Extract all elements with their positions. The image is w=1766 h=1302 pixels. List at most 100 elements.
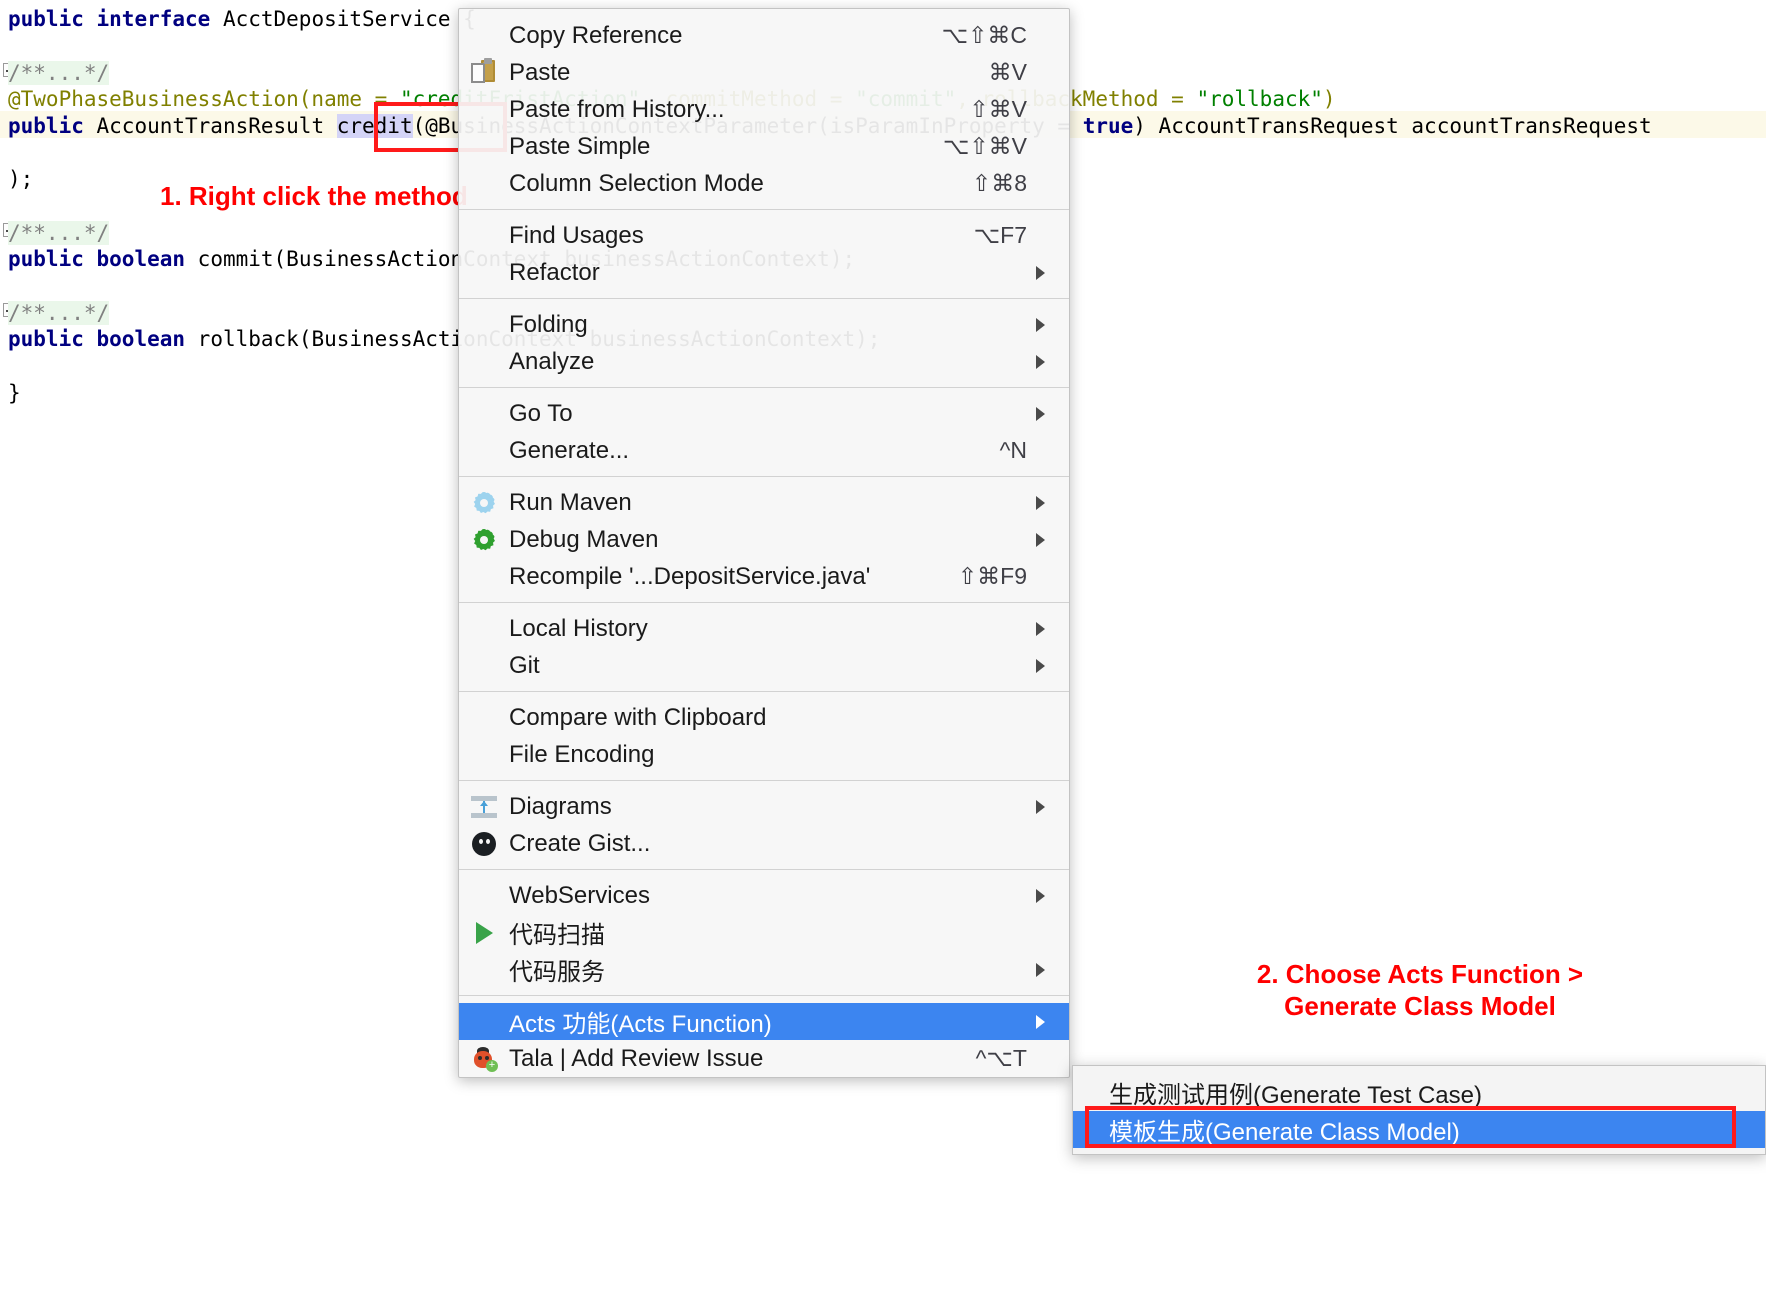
menu-separator: [459, 387, 1069, 388]
menu-item-acts-acts-function[interactable]: Acts 功能(Acts Function): [459, 1003, 1069, 1040]
menu-item-label: Recompile '...DepositService.java': [509, 562, 871, 590]
menu-item-shortcut: ⌥⇧⌘C: [941, 22, 1027, 48]
code-token: public: [8, 114, 97, 138]
no-icon: [459, 558, 509, 595]
code-line: /**...*/: [8, 300, 110, 327]
no-icon: [1073, 1111, 1109, 1148]
menu-item-find-usages[interactable]: Find Usages ⌥F7: [459, 217, 1069, 254]
menu-item-label: 代码扫描: [509, 922, 605, 949]
submenu-item[interactable]: 生成测试用例(Generate Test Case): [1073, 1074, 1765, 1111]
menu-item-label: Copy Reference: [509, 21, 683, 49]
no-icon: [459, 395, 509, 432]
menu-item-analyze[interactable]: Analyze: [459, 343, 1069, 380]
no-icon: [459, 254, 509, 291]
submenu-item-label: 生成测试用例(Generate Test Case): [1109, 1082, 1482, 1109]
menu-item-webservices[interactable]: WebServices: [459, 877, 1069, 914]
no-icon: [459, 951, 509, 988]
menu-item-paste[interactable]: Paste ⌘V: [459, 54, 1069, 91]
menu-item-debug-maven[interactable]: Debug Maven: [459, 521, 1069, 558]
no-icon: [459, 91, 509, 128]
submenu-arrow-icon: [1027, 799, 1053, 814]
menu-item-label: Find Usages: [509, 221, 644, 249]
menu-item-generate[interactable]: Generate... ^N: [459, 432, 1069, 469]
annotation-step-2: 2. Choose Acts Function > Generate Class…: [1256, 959, 1584, 1021]
context-menu[interactable]: Copy Reference ⌥⇧⌘C Paste ⌘V Paste from Hist…: [458, 8, 1070, 1078]
code-token: interface: [96, 7, 223, 31]
menu-item-folding[interactable]: Folding: [459, 306, 1069, 343]
code-line: public interface AcctDepositService {: [8, 6, 476, 33]
code-line: /**...*/: [8, 220, 110, 247]
code-token: }: [8, 381, 21, 405]
submenu-arrow-icon: [1027, 1014, 1053, 1029]
submenu-arrow-icon: [1027, 658, 1053, 673]
submenu-arrow-icon: [1027, 621, 1053, 636]
menu-item-diagrams[interactable]: Diagrams: [459, 788, 1069, 825]
code-token: "rollback": [1196, 87, 1323, 111]
submenu-arrow-icon: [1027, 962, 1053, 977]
menu-item-paste-from-history[interactable]: Paste from History... ⇧⌘V: [459, 91, 1069, 128]
menu-item-label: Local History: [509, 614, 648, 642]
menu-item-tala-add-review-issue[interactable]: + Tala | Add Review Issue ^⌥T: [459, 1040, 1069, 1077]
menu-item-column-selection-mode[interactable]: Column Selection Mode ⇧⌘8: [459, 165, 1069, 202]
no-icon: [459, 217, 509, 254]
submenu-arrow-icon: [1027, 888, 1053, 903]
submenu-arrow-icon: [1027, 532, 1053, 547]
diagram-icon: [459, 788, 509, 825]
menu-item-label: Diagrams: [509, 792, 612, 820]
menu-item-label: Refactor: [509, 258, 600, 286]
no-icon: [459, 343, 509, 380]
acts-function-submenu[interactable]: 生成测试用例(Generate Test Case) 模板生成(Generate …: [1072, 1065, 1766, 1155]
menu-item-label: Paste from History...: [509, 95, 725, 123]
paste-icon: [459, 54, 509, 91]
menu-item-go-to[interactable]: Go To: [459, 395, 1069, 432]
menu-item-label: Create Gist...: [509, 829, 651, 857]
menu-item-compare-with-clipboard[interactable]: Compare with Clipboard: [459, 699, 1069, 736]
submenu-arrow-icon: [1027, 265, 1053, 280]
menu-item-label: Generate...: [509, 436, 630, 464]
menu-item-git[interactable]: Git: [459, 647, 1069, 684]
menu-item-create-gist[interactable]: Create Gist...: [459, 825, 1069, 862]
submenu-item[interactable]: 模板生成(Generate Class Model): [1073, 1111, 1765, 1148]
menu-item-label: Acts 功能(Acts Function): [509, 1011, 772, 1038]
menu-item-local-history[interactable]: Local History: [459, 610, 1069, 647]
menu-item-run-maven[interactable]: Run Maven: [459, 484, 1069, 521]
no-icon: [459, 128, 509, 165]
menu-item-label: Column Selection Mode: [509, 169, 764, 197]
menu-item-shortcut: ⌥⇧⌘V: [942, 133, 1027, 159]
submenu-arrow-icon: [1027, 406, 1053, 421]
code-token: public: [8, 327, 97, 351]
menu-item-label: Folding: [509, 310, 588, 338]
menu-item-label: Debug Maven: [509, 525, 659, 553]
code-line: );: [8, 166, 33, 193]
menu-item-label: Run Maven: [509, 488, 632, 516]
menu-item-recompile-depositservice-java[interactable]: Recompile '...DepositService.java' ⇧⌘F9: [459, 558, 1069, 595]
no-icon: [459, 610, 509, 647]
menu-item-label: Tala | Add Review Issue: [509, 1044, 764, 1072]
menu-item-copy-reference[interactable]: Copy Reference ⌥⇧⌘C: [459, 17, 1069, 54]
menu-item-shortcut: ⇧⌘V: [969, 96, 1027, 122]
menu-item-label: Analyze: [509, 347, 595, 375]
menu-separator: [459, 476, 1069, 477]
menu-item-file-encoding[interactable]: File Encoding: [459, 736, 1069, 773]
code-token: public: [8, 7, 97, 31]
menu-item-paste-simple[interactable]: Paste Simple ⌥⇧⌘V: [459, 128, 1069, 165]
menu-separator: [459, 780, 1069, 781]
no-icon: [459, 165, 509, 202]
menu-item-[interactable]: 代码扫描: [459, 914, 1069, 951]
no-icon: [1073, 1074, 1109, 1111]
code-token: boolean: [96, 247, 198, 271]
code-token: /**...*/: [8, 301, 110, 325]
submenu-arrow-icon: [1027, 354, 1053, 369]
menu-item-label: Compare with Clipboard: [509, 703, 767, 731]
gear-blue-icon: [459, 484, 509, 521]
menu-separator: [459, 691, 1069, 692]
no-icon: [459, 647, 509, 684]
editor-gutter[interactable]: [0, 0, 22, 1302]
menu-item-[interactable]: 代码服务: [459, 951, 1069, 988]
code-token: boolean: [96, 327, 198, 351]
menu-separator: [459, 602, 1069, 603]
menu-item-refactor[interactable]: Refactor: [459, 254, 1069, 291]
github-icon: [459, 825, 509, 862]
no-icon: [459, 877, 509, 914]
submenu-arrow-icon: [1027, 495, 1053, 510]
